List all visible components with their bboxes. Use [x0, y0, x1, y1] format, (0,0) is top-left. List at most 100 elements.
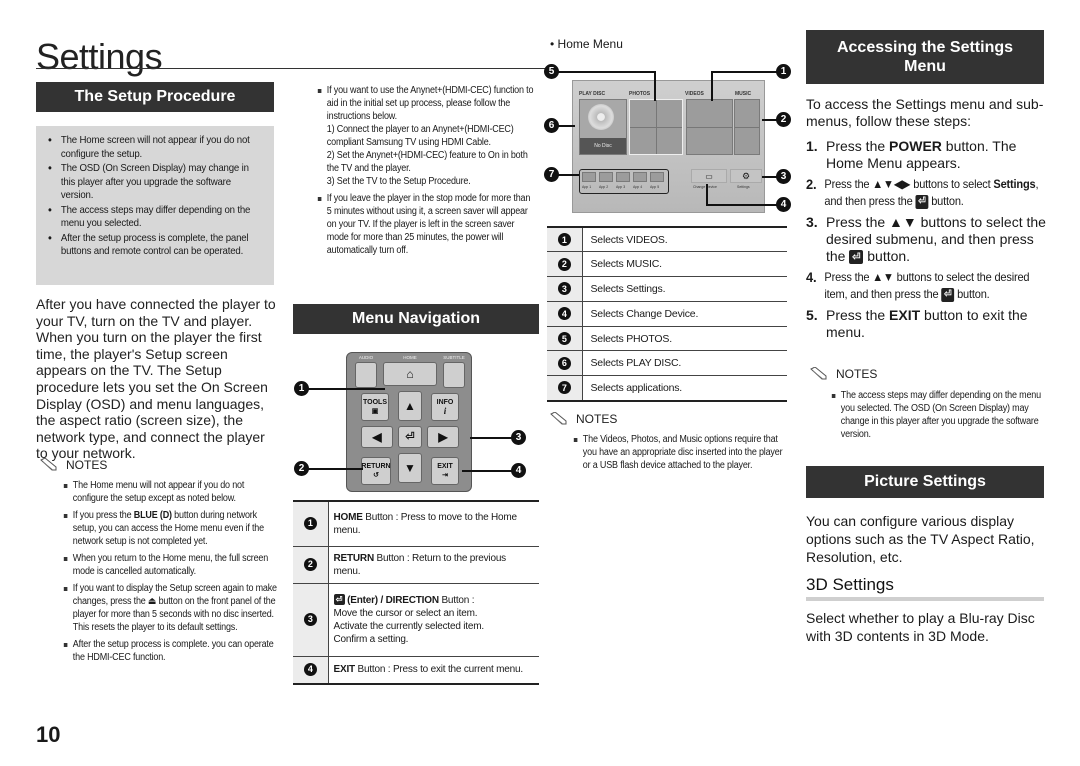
left-button[interactable]: ◀	[361, 426, 393, 448]
table-row: 3 Selects Settings.	[547, 276, 787, 302]
note-item: The Home menu will not appear if you do …	[62, 479, 278, 505]
enter-icon: ⏎	[405, 430, 415, 443]
step-item: 2. Press the ▲▼◀▶ buttons to select Setti…	[806, 176, 1039, 209]
app-label: App 2	[599, 185, 609, 189]
callout-line	[305, 468, 363, 470]
app-label: App 5	[650, 185, 660, 189]
app-tile[interactable]	[633, 172, 647, 182]
right-button[interactable]: ▶	[427, 426, 459, 448]
table-row: 7 Selects applications.	[547, 375, 787, 402]
videos-label: VIDEOS	[685, 91, 704, 97]
note-item: The Videos, Photos, and Music options re…	[572, 433, 788, 472]
home-icon: ⌂	[406, 366, 414, 381]
table-row: 2 RETURN Button : Return to the previous…	[293, 546, 539, 584]
callout-line	[462, 470, 514, 472]
note-substep: 2) Set the Anynet+(HDMI-CEC) feature to …	[326, 150, 528, 174]
audio-button[interactable]	[355, 362, 377, 388]
down-button[interactable]: ▼	[398, 453, 422, 483]
info-button[interactable]: INFO i	[431, 393, 459, 421]
notes-label: NOTES	[66, 458, 108, 472]
callout-3: 3	[511, 430, 526, 445]
anynet-notes: If you want to use the Anynet+(HDMI-CEC)…	[316, 84, 534, 261]
accessing-settings-notes: The access steps may differ depending on…	[830, 389, 1044, 445]
setup-notes: The Home menu will not appear if you do …	[62, 479, 278, 668]
app-tile[interactable]	[582, 172, 596, 182]
table-row: 4 Selects Change Device.	[547, 301, 787, 327]
note-substep: 1) Connect the player to an Anynet+(HDMI…	[326, 124, 514, 148]
audio-label: AUDIO	[358, 355, 374, 360]
table-row: 4 EXIT Button : Press to exit the curren…	[293, 656, 539, 685]
callout-5: 5	[544, 64, 559, 79]
videos-tile[interactable]	[686, 99, 733, 155]
3d-settings-text: Select whether to play a Blu-ray Disc wi…	[806, 610, 1035, 644]
tools-button[interactable]: TOOLS ▣	[361, 393, 389, 421]
enter-icon: ⏎	[849, 250, 864, 265]
notes-label: NOTES	[576, 412, 618, 426]
app-label: App 1	[582, 185, 592, 189]
note-item: The access steps may differ depending on…	[830, 389, 1044, 441]
screen-icon: ▭	[705, 171, 713, 181]
callout-6: 6	[544, 118, 559, 133]
app-label: App 3	[616, 185, 626, 189]
callout-4: 4	[511, 463, 526, 478]
home-menu-label: • Home Menu	[550, 37, 623, 51]
setup-notes-box: The Home screen will not appear if you d…	[36, 126, 274, 285]
note-item: When you return to the Home menu, the fu…	[62, 552, 278, 578]
settings-steps: 1. Press the POWER button. The Home Menu …	[806, 138, 1046, 345]
settings-tile[interactable]: ⚙	[730, 169, 762, 183]
note-item: If you leave the player in the stop mode…	[316, 192, 534, 257]
change-device-label: Change Device	[693, 185, 717, 189]
home-menu-table: 1 Selects VIDEOS. 2 Selects MUSIC. 3 Select…	[547, 226, 787, 402]
table-row: 3 ⏎ (Enter) / DIRECTION Button : Move th…	[293, 583, 539, 657]
page-number: 10	[36, 722, 61, 747]
callout-line	[305, 388, 385, 390]
setup-note: The OSD (On Screen Display) may change i…	[48, 162, 265, 203]
setup-note: The Home screen will not appear if you d…	[48, 134, 265, 161]
enter-icon: ⏎	[333, 594, 345, 606]
enter-button[interactable]: ⏎	[398, 426, 422, 448]
table-row: 1 Selects VIDEOS.	[547, 227, 787, 253]
music-tile[interactable]	[734, 99, 760, 155]
callout-1: 1	[294, 381, 309, 396]
note-item: After the setup process is complete. you…	[62, 638, 278, 664]
change-device-tile[interactable]: ▭	[691, 169, 727, 183]
remote-control-illustration: AUDIO HOME SUBTITLE ⌂ TOOLS ▣ ▲ INFO i ◀ ⏎…	[346, 352, 472, 492]
picture-settings-intro: You can configure various display option…	[806, 513, 1035, 565]
step-item: 3. Press the ▲▼ buttons to select the des…	[806, 214, 1046, 265]
pencil-icon	[550, 412, 567, 425]
subtitle-button[interactable]	[443, 362, 465, 388]
app-tile[interactable]	[599, 172, 613, 182]
callout-3: 3	[776, 169, 791, 184]
callout-line	[470, 437, 514, 439]
callout-4: 4	[776, 197, 791, 212]
up-button[interactable]: ▲	[398, 391, 422, 421]
exit-button[interactable]: EXIT ⇥	[431, 457, 459, 485]
step-item: 4. Press the ▲▼ buttons to select the des…	[806, 269, 1030, 302]
note-item: If you want to display the Setup screen …	[62, 582, 278, 634]
title-rule	[36, 68, 546, 69]
info-icon: i	[443, 406, 447, 416]
setup-note: The access steps may differ depending on…	[48, 204, 265, 231]
app-tile[interactable]	[650, 172, 664, 182]
photos-tile[interactable]	[629, 99, 683, 155]
callout-line	[558, 71, 655, 73]
setup-note: After the setup process is complete, the…	[48, 232, 265, 259]
app-label: App 4	[633, 185, 643, 189]
play-disc-tile[interactable]: No Disc	[579, 99, 627, 155]
table-row: 2 Selects MUSIC.	[547, 251, 787, 278]
enter-icon: ⏎	[915, 194, 929, 209]
photos-label: PHOTOS	[629, 91, 651, 97]
notes-heading: NOTES	[550, 412, 617, 426]
home-menu-notes: The Videos, Photos, and Music options re…	[572, 433, 788, 476]
callout-2: 2	[776, 112, 791, 127]
subtitle-label: SUBTITLE	[443, 355, 465, 360]
note-item: If you want to use the Anynet+(HDMI-CEC)…	[316, 84, 534, 123]
home-button[interactable]: ⌂	[383, 362, 437, 386]
disc-icon	[588, 104, 614, 130]
music-label: MUSIC	[735, 91, 752, 97]
return-button[interactable]: RETURN ↺	[361, 457, 391, 485]
app-tile[interactable]	[616, 172, 630, 182]
settings-label: Settings	[737, 185, 750, 189]
return-icon: ↺	[373, 472, 379, 479]
setup-notes-list: The Home screen will not appear if you d…	[48, 134, 266, 259]
